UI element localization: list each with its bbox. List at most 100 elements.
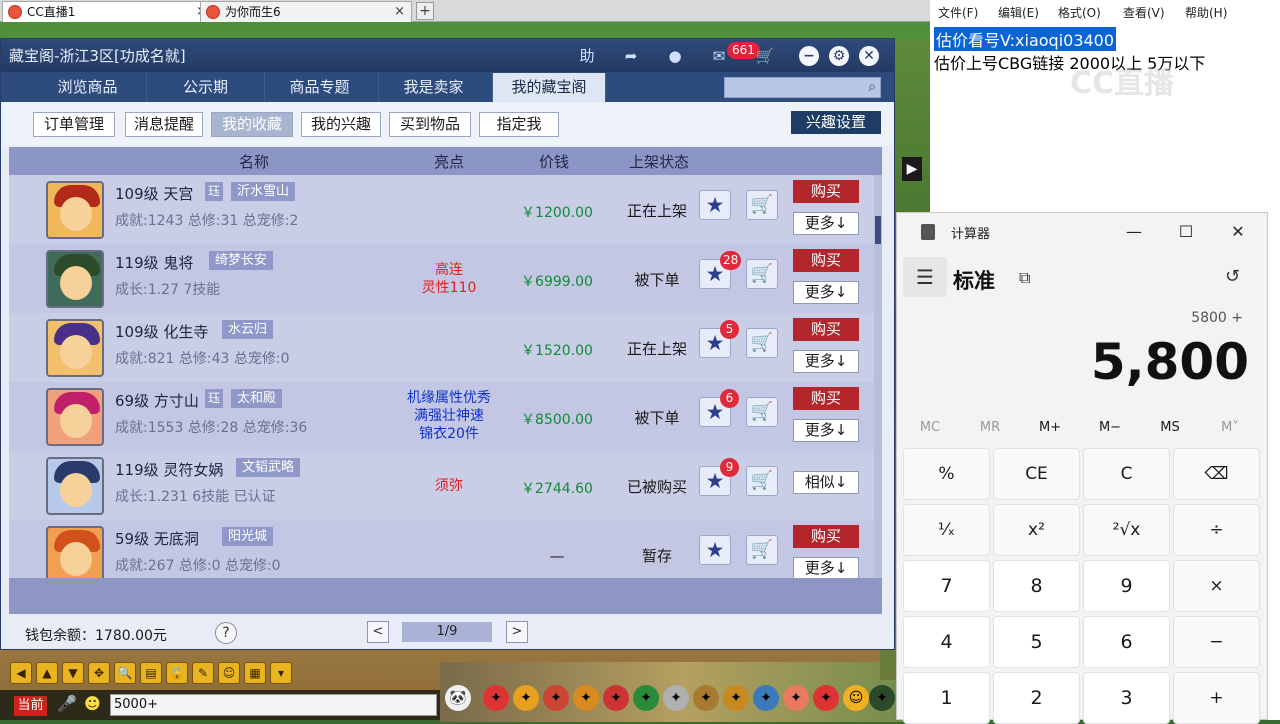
notepad-line-selected[interactable]: 估价看号V:xiaoqi03400 <box>934 27 1117 51</box>
interest-settings-button[interactable]: 兴趣设置 <box>791 111 881 134</box>
digit-6-key[interactable]: 6 <box>1083 616 1170 668</box>
game-toolbar-icon[interactable]: 🔍 <box>114 662 136 684</box>
history-icon[interactable]: ↺ <box>1225 266 1240 287</box>
more-button[interactable]: 更多↓ <box>793 350 859 373</box>
percent-key[interactable]: % <box>903 448 990 500</box>
tab-my-cbg[interactable]: 我的藏宝阁 <box>493 73 606 102</box>
tab-topics[interactable]: 商品专题 <box>261 73 379 102</box>
help-icon[interactable]: ? <box>215 622 237 644</box>
table-row[interactable]: 59级 无底洞 阳光城 成就:267 总修:0 总宠修:0 — 暂存 ★ 🛒 购买 更多↓ <box>9 520 874 578</box>
tab-public[interactable]: 公示期 <box>147 73 265 102</box>
subtract-key[interactable]: − <box>1173 616 1260 668</box>
table-row[interactable]: 69级 方寸山珏太和殿 成就:1553 总修:28 总宠修:36 机缘属性优秀 满强壮… <box>9 382 874 451</box>
game-toolbar-icon[interactable]: ▦ <box>244 662 266 684</box>
digit-8-key[interactable]: 8 <box>993 560 1080 612</box>
digit-1-key[interactable]: 1 <box>903 672 990 724</box>
minimize-button[interactable]: − <box>799 46 819 66</box>
add-cart-icon[interactable]: 🛒 <box>746 535 778 565</box>
chat-input[interactable]: 5000+ <box>110 694 437 716</box>
character-avatar[interactable] <box>46 181 104 239</box>
new-tab-button[interactable]: + <box>416 2 434 20</box>
reciprocal-key[interactable]: ¹⁄ₓ <box>903 504 990 556</box>
buy-button[interactable]: 购买 <box>793 318 859 341</box>
square-root-key[interactable]: ²√x <box>1083 504 1170 556</box>
calc-maximize-button[interactable]: ☐ <box>1171 219 1201 245</box>
item-icon[interactable]: ✦ <box>513 685 539 711</box>
mail-icon[interactable]: ✦ <box>813 685 839 711</box>
help-icon[interactable]: 助 <box>575 44 599 68</box>
favorite-star-icon[interactable]: ★ <box>699 535 731 565</box>
character-avatar[interactable] <box>46 526 104 578</box>
team-icon[interactable]: ✦ <box>573 685 599 711</box>
square-key[interactable]: x² <box>993 504 1080 556</box>
memory-mr-button[interactable]: MR <box>965 420 1015 435</box>
more-button[interactable]: 更多↓ <box>793 557 859 578</box>
order-manage-button[interactable]: 订单管理 <box>33 112 115 137</box>
horn-icon[interactable]: ✦ <box>723 685 749 711</box>
menu-file[interactable]: 文件(F) <box>938 4 978 21</box>
digit-4-key[interactable]: 4 <box>903 616 990 668</box>
scroll-icon[interactable]: ✦ <box>693 685 719 711</box>
game-toolbar-icon[interactable]: ▲ <box>36 662 58 684</box>
add-cart-icon[interactable]: 🛒 <box>746 466 778 496</box>
memory-m-minus-button[interactable]: M− <box>1085 420 1135 435</box>
memory-ms-button[interactable]: MS <box>1145 420 1195 435</box>
menu-format[interactable]: 格式(O) <box>1058 4 1101 21</box>
calc-minimize-button[interactable]: — <box>1119 219 1149 245</box>
tab-browse[interactable]: 浏览商品 <box>29 73 147 102</box>
clear-entry-key[interactable]: CE <box>993 448 1080 500</box>
search-input[interactable]: ⌕ <box>724 77 881 98</box>
more-button[interactable]: 更多↓ <box>793 212 859 235</box>
character-avatar[interactable] <box>46 457 104 515</box>
peach-icon[interactable]: ✦ <box>783 685 809 711</box>
buy-button[interactable]: 购买 <box>793 180 859 203</box>
tab-close-icon[interactable]: × <box>394 2 405 22</box>
emoji-icon[interactable]: ☻ <box>84 694 101 713</box>
add-key[interactable]: + <box>1173 672 1260 724</box>
designated-button[interactable]: 指定我 <box>479 112 559 137</box>
skill-icon[interactable]: ✦ <box>543 685 569 711</box>
prev-page-button[interactable]: < <box>367 621 389 643</box>
more-button[interactable]: 相似↓ <box>793 471 859 494</box>
share-icon[interactable]: ➦ <box>619 44 643 68</box>
my-interest-button[interactable]: 我的兴趣 <box>301 112 381 137</box>
character-avatar[interactable] <box>46 388 104 446</box>
browser-tab-1[interactable]: CC直播1 × <box>2 1 214 22</box>
close-button[interactable]: ✕ <box>859 46 879 66</box>
favorite-star-icon[interactable]: ★ <box>699 190 731 220</box>
cart-icon[interactable]: 🛒 <box>753 44 777 68</box>
multiply-key[interactable]: × <box>1173 560 1260 612</box>
character-avatar[interactable] <box>46 250 104 308</box>
table-row[interactable]: 109级 天宫珏沂水雪山 成就:1243 总修:31 总宠修:2 ￥1200.00 正… <box>9 175 874 244</box>
tab-seller[interactable]: 我是卖家 <box>375 73 493 102</box>
friend-icon[interactable]: ✦ <box>753 685 779 711</box>
bought-items-button[interactable]: 买到物品 <box>389 112 471 137</box>
my-favorites-button[interactable]: 我的收藏 <box>211 112 293 137</box>
game-toolbar-icon[interactable]: 🔒 <box>166 662 188 684</box>
more-button[interactable]: 更多↓ <box>793 419 859 442</box>
more-button[interactable]: 更多↓ <box>793 281 859 304</box>
memory-m-plus-button[interactable]: M+ <box>1025 420 1075 435</box>
table-row[interactable]: 119级 灵符女娲 文韬武略 成长:1.231 6技能 已认证 须弥 ￥2744.60 已… <box>9 451 874 520</box>
microphone-icon[interactable]: 🎤 <box>57 694 77 713</box>
memory-mc-button[interactable]: MC <box>905 420 955 435</box>
character-avatar[interactable] <box>46 319 104 377</box>
menu-help[interactable]: 帮助(H) <box>1185 4 1227 21</box>
menu-view[interactable]: 查看(V) <box>1123 4 1165 21</box>
game-toolbar-icon[interactable]: ◀ <box>10 662 32 684</box>
chat-channel-button[interactable]: 当前 <box>14 696 47 716</box>
digit-9-key[interactable]: 9 <box>1083 560 1170 612</box>
game-toolbar-icon[interactable]: ✎ <box>192 662 214 684</box>
game-toolbar-icon[interactable]: ▤ <box>140 662 162 684</box>
pet-icon[interactable]: 🐼 <box>445 685 471 711</box>
keep-on-top-icon[interactable]: ⧉ <box>1019 268 1030 288</box>
backspace-key[interactable]: ⌫ <box>1173 448 1260 500</box>
scrollbar-thumb[interactable] <box>875 216 881 244</box>
game-toolbar-icon[interactable]: ▾ <box>270 662 292 684</box>
game-toolbar-icon[interactable]: ▼ <box>62 662 84 684</box>
system-icon[interactable]: ✦ <box>869 685 895 711</box>
bag-icon[interactable]: ✦ <box>483 685 509 711</box>
table-row[interactable]: 119级 鬼将 绮梦长安 成长:1.27 7技能 高连 灵性110 ￥6999.00 被下单… <box>9 244 874 313</box>
play-arrow-icon[interactable]: ▶ <box>902 157 922 181</box>
digit-5-key[interactable]: 5 <box>993 616 1080 668</box>
